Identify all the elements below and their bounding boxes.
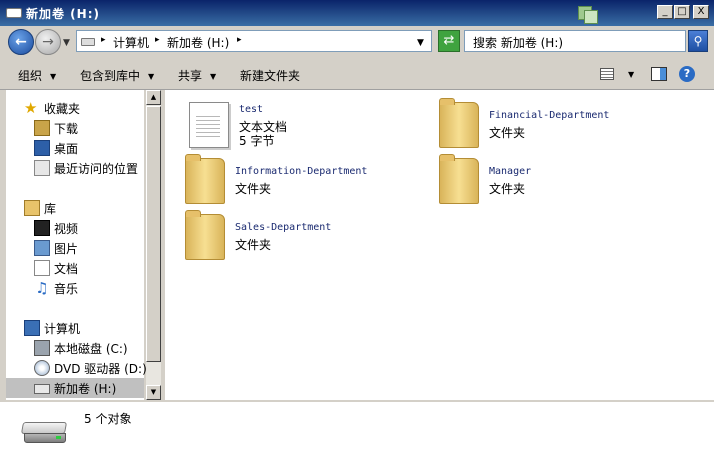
close-button[interactable]: X xyxy=(693,5,709,19)
nav-label: 最近访问的位置 xyxy=(54,162,139,176)
file-name: Sales-Department xyxy=(235,222,332,233)
nav-label: 收藏夹 xyxy=(44,102,81,116)
file-item-sales-department[interactable]: Sales-Department 文件夹 xyxy=(185,210,425,264)
downloads-folder-icon xyxy=(34,120,50,136)
breadcrumb-computer[interactable]: 计算机 xyxy=(113,34,149,51)
nav-label: 下载 xyxy=(54,122,79,136)
file-name: Information-Department xyxy=(235,166,368,177)
item-count: 5 个对象 xyxy=(84,412,132,426)
text-file-icon xyxy=(189,102,229,148)
window-title: 新加卷 (H:) xyxy=(26,7,100,21)
chevron-right-icon[interactable]: ▸ xyxy=(101,35,106,45)
title-bar[interactable]: 新加卷 (H:) _ □ X xyxy=(0,0,714,26)
nav-scrollbar[interactable]: ▲ ▼ xyxy=(146,90,161,400)
file-type: 文件夹 xyxy=(235,238,272,252)
nav-label: 音乐 xyxy=(54,282,79,296)
nav-label: 库 xyxy=(44,202,57,216)
documents-library-icon xyxy=(34,260,50,276)
organize-label: 组织 xyxy=(18,69,43,83)
favorites-star-icon: ★ xyxy=(24,99,38,117)
file-item-test[interactable]: test 文本文档 5 字节 xyxy=(189,102,429,152)
preview-pane-icon[interactable] xyxy=(651,67,667,81)
explorer-window: 新加卷 (H:) _ □ X ← → ▼ ▸ 计算机 ▸ 新加卷 (H:) ▸ … xyxy=(0,0,714,456)
drive-large-icon xyxy=(20,422,68,446)
music-note-icon: ♫ xyxy=(35,279,49,297)
share-menu[interactable]: 共享 ▼ xyxy=(178,67,216,84)
address-dropdown-icon[interactable]: ▼ xyxy=(417,38,424,48)
nav-label: 本地磁盘 (C:) xyxy=(54,342,128,356)
include-in-library-menu[interactable]: 包含到库中 ▼ xyxy=(80,67,154,84)
include-in-library-label: 包含到库中 xyxy=(80,69,141,83)
desktop-icon xyxy=(34,140,50,156)
chevron-right-icon[interactable]: ▸ xyxy=(237,35,242,45)
view-options-icon[interactable] xyxy=(600,68,614,80)
folder-icon xyxy=(439,98,479,148)
folder-icon xyxy=(185,210,225,260)
scroll-thumb[interactable] xyxy=(146,106,161,362)
drive-icon xyxy=(34,384,50,394)
recent-places-icon xyxy=(34,160,50,176)
nav-label: 计算机 xyxy=(44,322,81,336)
file-name: Manager xyxy=(489,166,532,177)
maximize-button[interactable]: □ xyxy=(674,5,690,19)
file-list: test 文本文档 5 字节 Financial-Department 文件夹 … xyxy=(165,90,714,400)
share-label: 共享 xyxy=(178,69,203,83)
hard-drive-icon xyxy=(34,340,50,356)
chevron-down-icon: ▼ xyxy=(148,72,155,81)
pictures-library-icon xyxy=(34,240,50,256)
file-size: 5 字节 xyxy=(239,134,275,148)
nav-label: 文档 xyxy=(54,262,79,276)
file-type: 文件夹 xyxy=(489,126,526,140)
file-type: 文件夹 xyxy=(489,182,526,196)
nav-label: 桌面 xyxy=(54,142,79,156)
chevron-down-icon: ▼ xyxy=(50,72,57,81)
nav-label: 视频 xyxy=(54,222,79,236)
folder-icon xyxy=(185,154,225,204)
folder-icon xyxy=(439,154,479,204)
file-type: 文件夹 xyxy=(235,182,272,196)
recent-pages-dropdown[interactable]: ▼ xyxy=(63,38,70,48)
address-bar-row: ← → ▼ ▸ 计算机 ▸ 新加卷 (H:) ▸ ▼ ⇄ 搜索 新加卷 (H:)… xyxy=(0,26,714,58)
file-item-financial-department[interactable]: Financial-Department 文件夹 xyxy=(439,98,679,152)
refresh-button[interactable]: ⇄ xyxy=(438,30,460,52)
address-field[interactable]: ▸ 计算机 ▸ 新加卷 (H:) ▸ ▼ xyxy=(76,30,432,52)
nav-item-new-volume-h[interactable]: 新加卷 (H:) xyxy=(6,378,144,398)
forward-button[interactable]: → xyxy=(35,29,61,55)
minimize-button[interactable]: _ xyxy=(657,5,673,19)
drive-icon xyxy=(6,8,22,18)
details-pane: 5 个对象 xyxy=(0,400,714,456)
organize-menu[interactable]: 组织 ▼ xyxy=(18,67,56,84)
nav-label: 图片 xyxy=(54,242,79,256)
nav-label: DVD 驱动器 (D:) xyxy=(54,362,147,376)
scroll-up-arrow-icon[interactable]: ▲ xyxy=(146,90,161,105)
file-name: test xyxy=(239,104,264,115)
dvd-drive-icon xyxy=(34,360,50,376)
search-icon[interactable]: ⚲ xyxy=(688,30,708,52)
chevron-right-icon[interactable]: ▸ xyxy=(155,35,160,45)
chevron-down-icon: ▼ xyxy=(210,72,217,81)
overlay-icon-2 xyxy=(584,10,598,24)
video-library-icon xyxy=(34,220,50,236)
new-folder-button[interactable]: 新建文件夹 xyxy=(240,67,300,84)
navigation-pane: ★ 收藏夹 下载 桌面 最近访问的位置 库 视频 图片 文档 ♫ 音乐 计算机 … xyxy=(6,90,147,400)
file-item-manager[interactable]: Manager 文件夹 xyxy=(439,154,679,208)
file-item-information-department[interactable]: Information-Department 文件夹 xyxy=(185,154,425,208)
nav-label: 新加卷 (H:) xyxy=(54,382,117,396)
help-icon[interactable]: ? xyxy=(679,66,695,82)
file-name: Financial-Department xyxy=(489,110,610,121)
scroll-down-arrow-icon[interactable]: ▼ xyxy=(146,385,161,400)
drive-icon xyxy=(81,38,95,46)
drive-led xyxy=(56,436,61,439)
command-bar: 组织 ▼ 包含到库中 ▼ 共享 ▼ 新建文件夹 ▼ ? xyxy=(0,60,714,90)
library-icon xyxy=(24,200,40,216)
chevron-down-icon[interactable]: ▼ xyxy=(628,70,634,79)
computer-icon xyxy=(24,320,40,336)
search-input[interactable]: 搜索 新加卷 (H:) xyxy=(464,30,686,52)
breadcrumb-current-drive[interactable]: 新加卷 (H:) xyxy=(167,34,229,51)
back-button[interactable]: ← xyxy=(8,29,34,55)
